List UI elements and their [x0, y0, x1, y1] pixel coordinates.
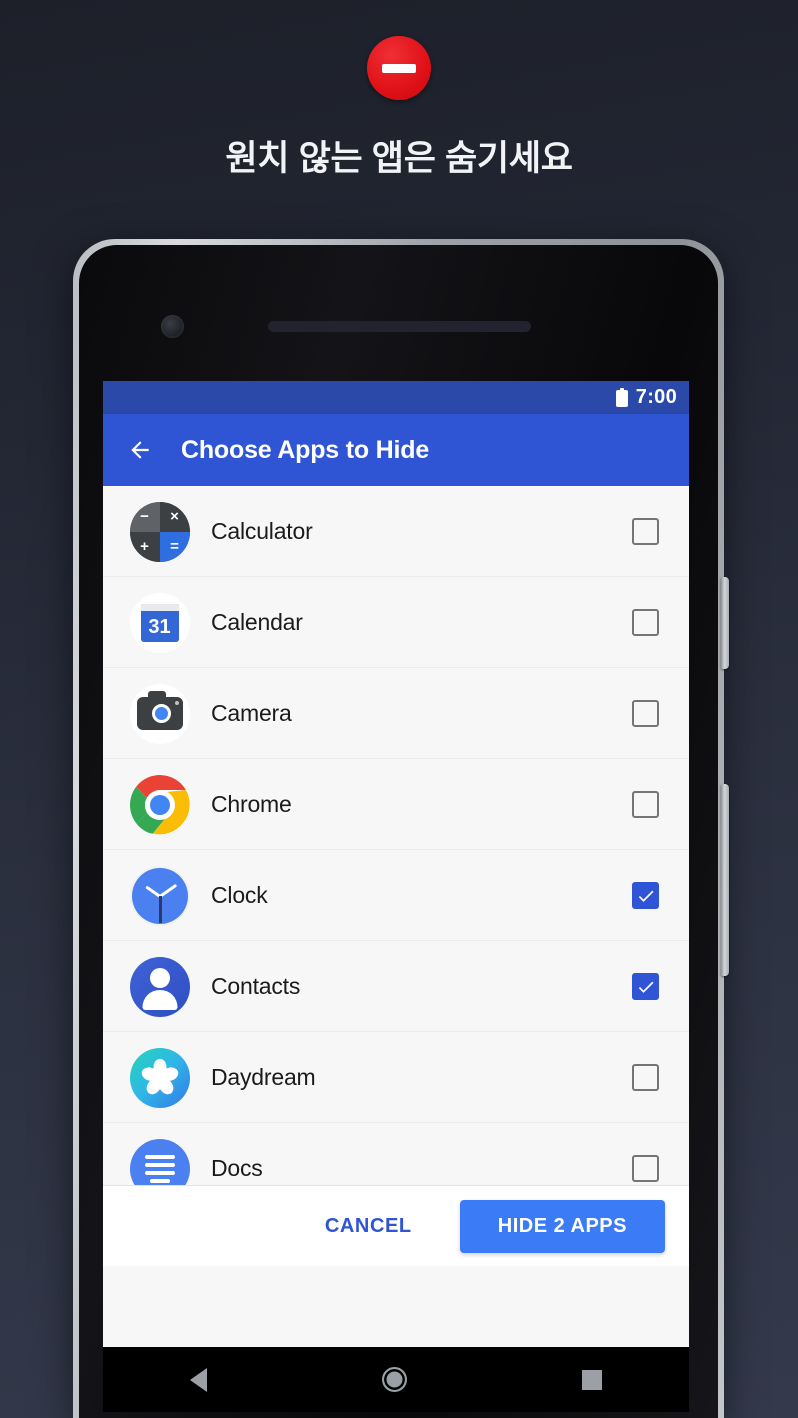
phone-mockup: 7:00 Choose Apps to Hide − × + = Calcula… — [73, 239, 729, 1418]
app-checkbox[interactable] — [632, 700, 659, 727]
calc-equals: = — [159, 531, 190, 562]
app-checkbox[interactable] — [632, 791, 659, 818]
app-checkbox[interactable] — [632, 882, 659, 909]
power-button[interactable] — [721, 577, 729, 669]
app-label: Chrome — [211, 791, 292, 817]
app-checkbox[interactable] — [632, 973, 659, 1000]
nav-back-icon[interactable] — [190, 1367, 208, 1392]
app-list[interactable]: − × + = Calculator 31 Calendar Camera Ch… — [103, 486, 689, 1266]
list-item[interactable]: Clock — [103, 850, 689, 941]
cancel-button[interactable]: CANCEL — [307, 1203, 430, 1250]
app-checkbox[interactable] — [632, 1155, 659, 1182]
app-label: Camera — [211, 700, 292, 726]
phone-screen: 7:00 Choose Apps to Hide − × + = Calcula… — [103, 381, 689, 1347]
app-checkbox[interactable] — [632, 1064, 659, 1091]
list-item[interactable]: Camera — [103, 668, 689, 759]
app-label: Calendar — [211, 609, 303, 635]
chrome-icon — [128, 773, 191, 836]
camera-icon — [128, 682, 191, 745]
nav-recents-icon[interactable] — [581, 1369, 602, 1390]
back-arrow-icon[interactable] — [127, 437, 153, 463]
app-label: Contacts — [211, 973, 301, 999]
calendar-icon: 31 — [128, 591, 191, 654]
calendar-day-number: 31 — [148, 615, 171, 638]
hide-apps-button[interactable]: HIDE 2 APPS — [459, 1199, 665, 1253]
front-camera-icon — [161, 315, 184, 338]
list-item[interactable]: − × + = Calculator — [103, 486, 689, 577]
clock-icon — [128, 864, 191, 927]
list-item[interactable]: Contacts — [103, 941, 689, 1032]
battery-full-icon — [615, 388, 628, 407]
daydream-icon — [128, 1046, 191, 1109]
app-checkbox[interactable] — [632, 518, 659, 545]
list-item[interactable]: Chrome — [103, 759, 689, 850]
contacts-icon — [128, 955, 191, 1018]
calc-times: × — [159, 501, 190, 532]
earpiece-speaker — [268, 321, 531, 332]
android-nav-bar — [103, 1347, 689, 1412]
dialog-action-bar: CANCEL HIDE 2 APPS — [103, 1185, 689, 1266]
app-label: Docs — [211, 1155, 263, 1181]
volume-button[interactable] — [721, 784, 729, 976]
status-time: 7:00 — [635, 386, 677, 408]
app-bar: Choose Apps to Hide — [103, 414, 689, 486]
promo-header: 원치 않는 앱은 숨기세요 — [0, 0, 798, 215]
nav-home-icon[interactable] — [381, 1367, 407, 1392]
promo-headline: 원치 않는 앱은 숨기세요 — [225, 139, 573, 178]
no-entry-icon — [367, 36, 431, 100]
page-title: Choose Apps to Hide — [181, 435, 430, 464]
status-bar: 7:00 — [103, 381, 689, 414]
app-label: Clock — [211, 882, 268, 908]
app-label: Daydream — [211, 1064, 316, 1090]
list-item[interactable]: Daydream — [103, 1032, 689, 1123]
app-label: Calculator — [211, 518, 313, 544]
calc-plus: + — [129, 531, 160, 562]
list-item[interactable]: 31 Calendar — [103, 577, 689, 668]
calculator-icon: − × + = — [128, 500, 191, 563]
calc-minus: − — [129, 501, 160, 532]
app-checkbox[interactable] — [632, 609, 659, 636]
no-entry-bar — [382, 63, 416, 73]
